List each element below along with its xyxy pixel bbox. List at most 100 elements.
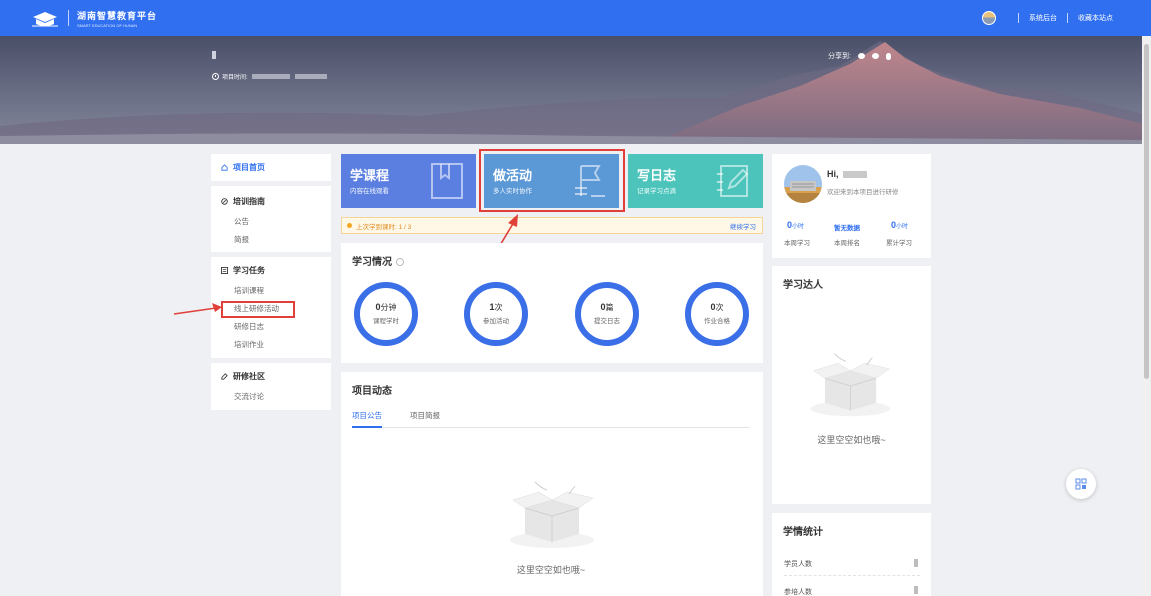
sidebar-guide-block: 培训指南 公告 简报 (211, 186, 331, 252)
ring-value: 0篇 (581, 302, 633, 313)
learning-stats-panel: 学情统计 (772, 513, 931, 596)
card-subtitle: 记录学习点滴 (637, 188, 676, 195)
last-progress-text: 上次学到课时: 1 / 3 (356, 223, 412, 231)
card-write-journal[interactable]: 写日志 记录学习点滴 (628, 154, 763, 208)
stats-row-label: 参培人数 (784, 589, 812, 596)
share-bar: 分享到: (828, 51, 891, 61)
project-time-label: 项目时间: (222, 75, 248, 81)
stat-week-hours: 0小时 (787, 220, 804, 230)
ring-label: 课程学时 (373, 318, 399, 325)
ring-unit: 次 (715, 303, 724, 312)
sidebar-item-notice[interactable]: 公告 (211, 216, 249, 228)
admin-link[interactable]: 系统后台 (1029, 13, 1057, 23)
help-icon[interactable] (396, 258, 404, 267)
top-divider (1067, 13, 1068, 23)
card-title: 学课程 (350, 168, 390, 183)
home-icon (221, 164, 228, 171)
bookmark-link[interactable]: 收藏本站点 (1078, 13, 1113, 23)
project-time-redacted (251, 74, 290, 79)
logo-title: 湖南智慧教育平台 (77, 10, 158, 21)
clock-icon (212, 73, 219, 80)
sidebar-group-label: 学习任务 (233, 266, 265, 275)
study-title-text: 学习情况 (352, 257, 392, 268)
task-list-icon (221, 267, 228, 274)
weibo-icon[interactable] (871, 53, 879, 59)
ring-journals: 0篇 提交日志 (575, 282, 639, 346)
sidebar-group-guide: 培训指南 (211, 196, 265, 207)
sidebar-group-label: 培训指南 (233, 197, 265, 206)
stat-label: 本周排名 (834, 240, 860, 247)
empty-box-icon (810, 353, 891, 417)
logo-text: 湖南智慧教育平台 SMART EDUCATION OF HUNAN (77, 9, 157, 28)
tab-announcements[interactable]: 项目公告 (352, 410, 382, 428)
stats-row-label: 学员人数 (784, 561, 812, 568)
sidebar-group-community: 研修社区 (211, 371, 265, 382)
project-time: 项目时间: (212, 72, 327, 81)
continue-learning-link[interactable]: 继续学习 (730, 221, 756, 231)
book-icon (431, 163, 463, 199)
user-greeting: Hi, (827, 169, 868, 179)
stats-row-divider (784, 575, 920, 576)
project-time-redacted (294, 74, 327, 79)
card-title: 写日志 (637, 168, 677, 183)
study-title: 学习情况 (352, 253, 404, 268)
stats-row-value-redacted (914, 559, 918, 567)
ring-course-hours: 0分钟 课程学时 (354, 282, 418, 346)
top-divider (1018, 13, 1019, 23)
card-subtitle: 内容在线观看 (350, 188, 389, 195)
top-avatar[interactable] (982, 11, 996, 25)
qq-icon[interactable] (885, 52, 891, 60)
user-avatar[interactable] (784, 165, 822, 203)
ring-label: 提交日志 (594, 318, 620, 325)
stat-label: 累计学习 (886, 240, 912, 247)
warning-dot-icon (347, 223, 352, 228)
qr-code-icon (1075, 478, 1087, 490)
project-banner: 项目时间: 分享到: (0, 36, 1151, 144)
sidebar-home-label: 项目首页 (233, 163, 265, 172)
floating-qr-button[interactable] (1066, 469, 1096, 499)
mountain-illustration (0, 41, 1151, 144)
news-empty-text: 这里空空如也哦~ (516, 565, 586, 575)
sidebar-item-homework[interactable]: 培训作业 (211, 339, 264, 351)
annotation-highlight-box (479, 149, 625, 212)
sidebar-group-label: 研修社区 (233, 372, 265, 381)
sidebar-item-brief[interactable]: 简报 (211, 234, 249, 246)
site-logo[interactable]: 湖南智慧教育平台 SMART EDUCATION OF HUNAN (30, 8, 157, 28)
sidebar-home-block: 项目首页 (211, 154, 331, 181)
sidebar-item-discussion[interactable]: 交流讨论 (211, 391, 264, 403)
stats-row-value-redacted (914, 586, 918, 594)
sidebar-item-courses[interactable]: 培训课程 (211, 285, 264, 297)
card-learn-course[interactable]: 学课程 内容在线观看 (341, 154, 476, 208)
sidebar-item-journal[interactable]: 研修日志 (211, 321, 264, 333)
stat-week-rank: 暂无数据 (834, 222, 860, 232)
news-title: 项目动态 (352, 386, 392, 397)
top-learners-empty-text: 这里空空如也哦~ (817, 435, 886, 445)
top-right-links: 系统后台 收藏本站点 (982, 0, 1113, 36)
logo-divider (68, 10, 69, 26)
logo-subtitle: SMART EDUCATION OF HUNAN (77, 22, 138, 28)
annotation-highlight-box (221, 301, 295, 318)
username-redacted (843, 171, 868, 179)
user-welcome: 欢迎来到本项目进行研修 (827, 189, 899, 196)
tab-briefs[interactable]: 项目简报 (410, 410, 440, 428)
page-scrollbar[interactable] (1142, 36, 1151, 596)
greeting-text: Hi, (827, 169, 839, 179)
ring-label: 作业合格 (704, 318, 730, 325)
sidebar-group-task: 学习任务 (211, 265, 265, 276)
ring-value: 0次 (691, 302, 743, 313)
stat-label: 本周学习 (784, 240, 810, 247)
ring-unit: 分钟 (380, 303, 397, 312)
scrollbar-thumb[interactable] (1144, 44, 1149, 379)
project-name-redacted (212, 51, 216, 59)
wechat-icon[interactable] (857, 53, 865, 59)
edit-icon (221, 373, 228, 380)
ring-homework: 0次 作业合格 (685, 282, 749, 346)
learning-stats-title: 学情统计 (783, 527, 823, 538)
news-tabs: 项目公告 项目简报 (352, 410, 750, 428)
sidebar-item-home[interactable]: 项目首页 (211, 162, 265, 173)
stat-unit: 小时 (896, 224, 909, 230)
annotation-arrow-left (173, 303, 222, 315)
stat-unit: 小时 (792, 224, 805, 230)
stat-total-hours: 0小时 (891, 220, 908, 230)
empty-box-icon (510, 481, 594, 548)
